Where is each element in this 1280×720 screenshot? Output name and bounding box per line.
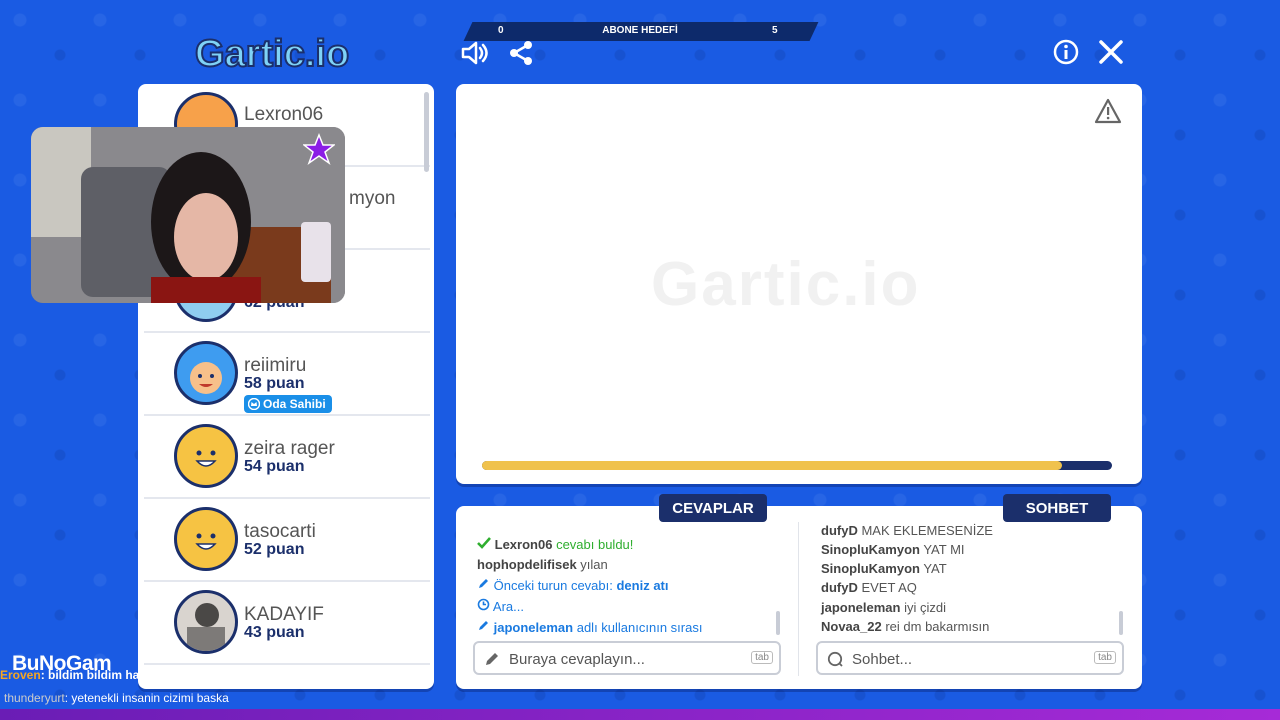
goal-target: 5	[772, 25, 778, 36]
round-timer-bar	[482, 461, 1112, 470]
room-owner-badge: Oda Sahibi	[244, 395, 332, 413]
room-owner-label: Oda Sahibi	[263, 397, 326, 411]
player-avatar	[174, 590, 238, 654]
player-item[interactable]: KADAYIF 43 puan	[144, 582, 430, 665]
chat-field[interactable]: tab	[816, 641, 1124, 675]
player-score: 52 puan	[244, 541, 305, 558]
chat-line: SinopluKamyon YAT	[821, 561, 947, 576]
player-name: Lexron06	[244, 104, 324, 125]
check-icon	[477, 537, 491, 549]
pencil-icon	[479, 579, 488, 588]
close-icon[interactable]	[1097, 38, 1127, 68]
player-name: zeira rager	[244, 438, 335, 459]
info-icon[interactable]	[1052, 38, 1082, 68]
star-icon	[303, 133, 335, 165]
player-item[interactable]: zeira rager 54 puan	[144, 416, 430, 499]
tab-chat[interactable]: SOHBET	[1003, 494, 1111, 522]
pencil-icon	[486, 653, 498, 665]
stream-chat-ticker: Eroven: bildim bildim haberim var bizde …	[0, 668, 397, 682]
player-name: KADAYIF	[244, 604, 324, 625]
avatar-face-icon	[195, 450, 217, 467]
player-name: tasocarti	[244, 521, 316, 542]
tab-key-hint: tab	[751, 651, 773, 664]
player-name: myon	[349, 188, 396, 209]
player-item[interactable]: reiimiru 58 puan Oda Sahibi	[144, 333, 430, 416]
svg-text:Gartic.io: Gartic.io	[195, 33, 349, 74]
streamer-webcam	[31, 127, 345, 303]
stream-footer-bar	[0, 709, 1280, 720]
player-name: reiimiru	[244, 355, 307, 376]
answer-line: Lexron06 cevabı buldu!	[477, 537, 633, 552]
webcam-feed-image	[31, 127, 345, 303]
chat-bubble-icon	[827, 651, 843, 667]
player-score: 58 puan	[244, 375, 305, 392]
player-avatar	[174, 341, 238, 405]
speaker-icon[interactable]	[460, 38, 490, 68]
avatar-photo-icon	[187, 603, 225, 651]
answer-line: Önceki turun cevabı: deniz atı	[477, 577, 669, 593]
clock-icon	[477, 598, 490, 611]
answer-line: hophopdelifisek yılan	[477, 557, 608, 572]
answer-input[interactable]	[509, 649, 739, 669]
avatar-face-icon	[190, 362, 222, 394]
chat-input[interactable]	[852, 649, 1082, 669]
drawing-canvas[interactable]: Gartic.io	[456, 84, 1142, 484]
goal-title: ABONE HEDEFİ	[602, 25, 678, 36]
goal-current: 0	[498, 25, 504, 36]
chat-line: SinopluKamyon YAT MI	[821, 542, 965, 557]
round-timer-fill	[482, 461, 1062, 470]
tab-key-hint: tab	[1094, 651, 1116, 664]
player-avatar	[174, 507, 238, 571]
player-item[interactable]: tasocarti 52 puan	[144, 499, 430, 582]
avatar-face-icon	[195, 533, 217, 550]
share-icon[interactable]	[506, 38, 536, 68]
panel-divider	[798, 522, 799, 676]
gartic-logo: Gartic.io	[194, 32, 350, 74]
chat-scrollbar[interactable]	[1119, 611, 1123, 635]
player-avatar	[174, 424, 238, 488]
stream-chat-ticker: thunderyurt: yetenekli insanin cizimi ba…	[4, 691, 229, 705]
answer-field[interactable]: tab	[473, 641, 781, 675]
answer-line: japoneleman adlı kullanıcının sırası	[477, 619, 702, 635]
answers-scrollbar[interactable]	[776, 611, 780, 635]
tab-answers[interactable]: CEVAPLAR	[659, 494, 767, 522]
crown-icon	[248, 398, 260, 410]
pencil-icon	[479, 621, 488, 630]
canvas-watermark: Gartic.io	[651, 250, 921, 319]
report-warning-icon[interactable]	[1094, 98, 1122, 124]
chat-line: dufyD MAK EKLEMESENİZE	[821, 523, 993, 538]
answer-line: Ara...	[477, 598, 524, 614]
chat-line: Novaa_22 rei dm bakarmısın	[821, 619, 990, 634]
player-list-scrollbar[interactable]	[424, 92, 429, 172]
player-score: 43 puan	[244, 624, 305, 641]
chat-line: dufyD EVET AQ	[821, 580, 917, 595]
chat-line: japoneleman iyi çizdi	[821, 600, 946, 615]
player-score: 54 puan	[244, 458, 305, 475]
